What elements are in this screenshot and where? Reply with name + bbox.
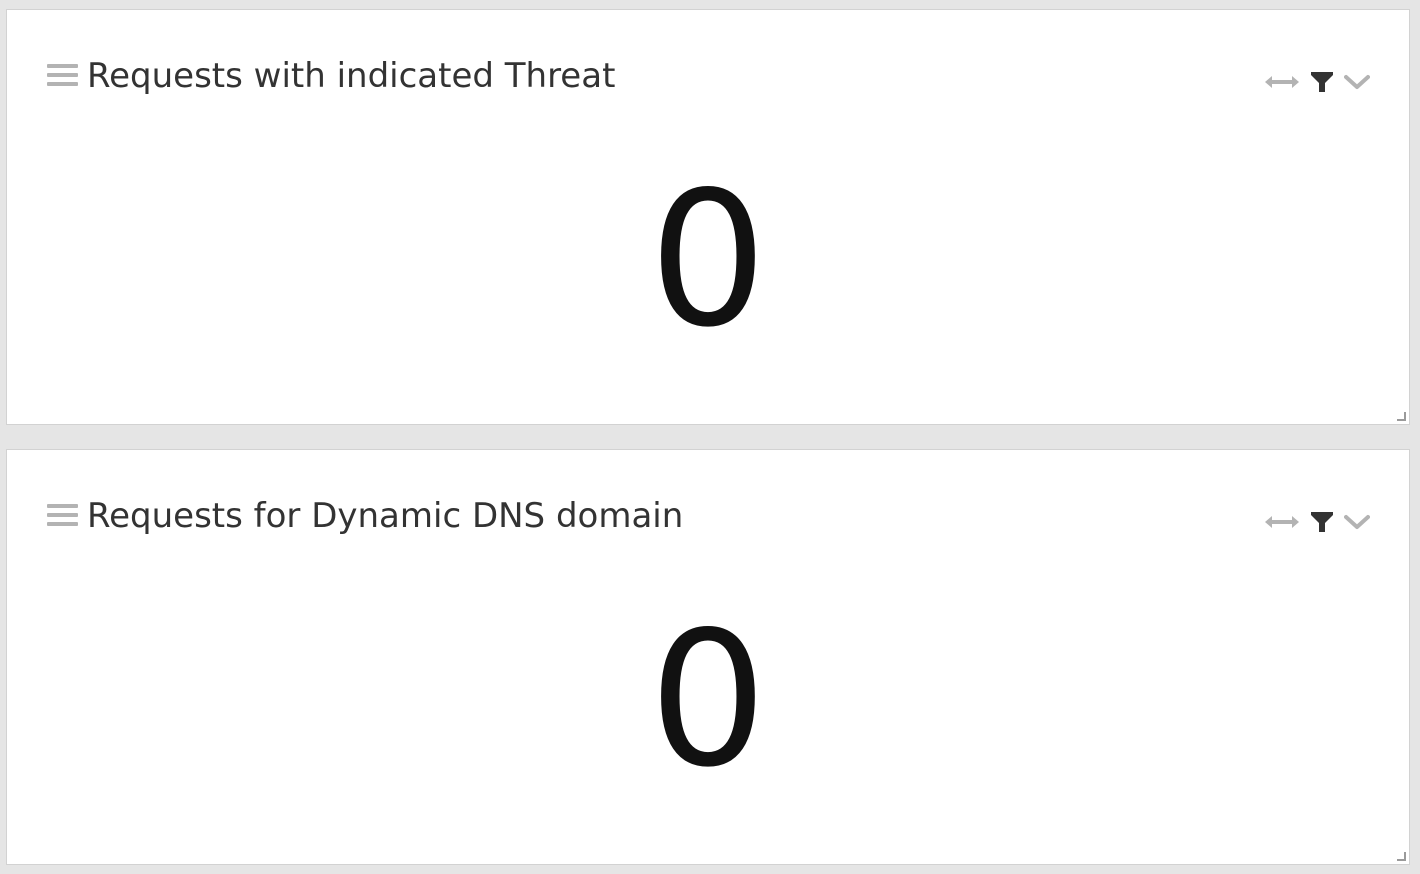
drag-handle-icon[interactable] [47, 64, 78, 90]
resize-grip-icon[interactable] [1396, 411, 1406, 421]
metric-value: 0 [648, 151, 768, 368]
expand-horizontal-icon[interactable] [1264, 75, 1300, 89]
widget-title: Requests with indicated Threat [87, 56, 616, 96]
widget-requests-dynamic-dns: Requests for Dynamic DNS domain 0 [6, 449, 1410, 865]
widget-toolbar [1264, 507, 1370, 537]
chevron-down-icon[interactable] [1344, 514, 1370, 530]
drag-handle-icon[interactable] [47, 504, 78, 530]
expand-horizontal-icon[interactable] [1264, 515, 1300, 529]
widget-title: Requests for Dynamic DNS domain [87, 496, 684, 536]
metric-value: 0 [648, 591, 768, 808]
chevron-down-icon[interactable] [1344, 74, 1370, 90]
resize-grip-icon[interactable] [1396, 851, 1406, 861]
filter-icon[interactable] [1310, 70, 1334, 94]
widget-toolbar [1264, 67, 1370, 97]
widget-requests-with-threat: Requests with indicated Threat 0 [6, 9, 1410, 425]
filter-icon[interactable] [1310, 510, 1334, 534]
